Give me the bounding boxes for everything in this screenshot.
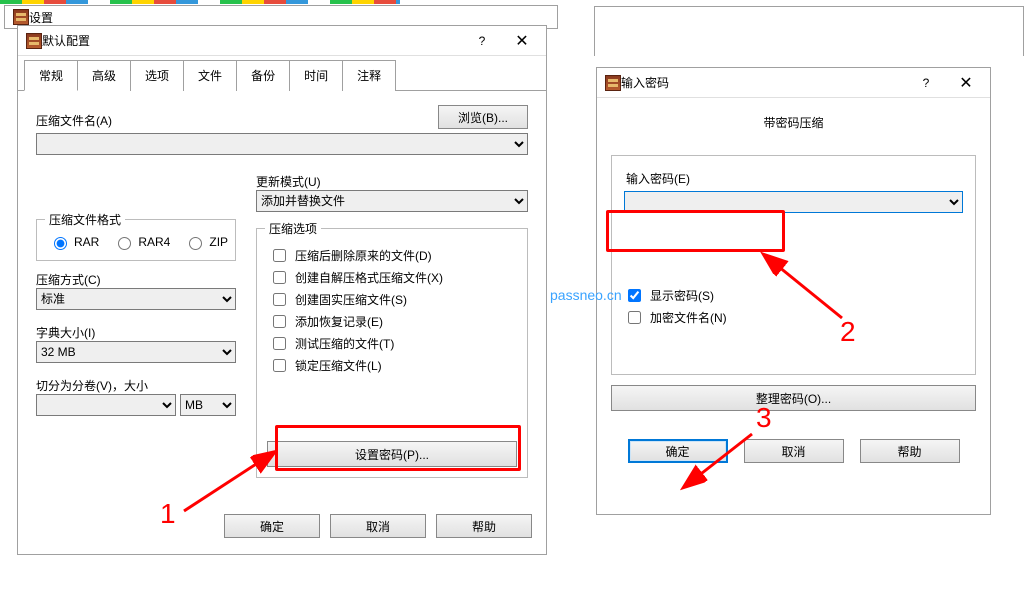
tab-general[interactable]: 常规 bbox=[24, 60, 78, 91]
close-button[interactable]: ✕ bbox=[946, 69, 986, 97]
winrar-icon bbox=[13, 9, 29, 25]
winrar-icon bbox=[605, 75, 621, 91]
password-header: 带密码压缩 bbox=[597, 98, 990, 137]
annotation-num-1: 1 bbox=[160, 498, 176, 530]
tab-advanced[interactable]: 高级 bbox=[77, 60, 131, 91]
split-unit-select[interactable]: MB bbox=[180, 394, 236, 416]
close-button[interactable]: ✕ bbox=[502, 27, 542, 55]
format-rar[interactable]: RAR bbox=[49, 234, 99, 250]
background-window-right bbox=[594, 6, 1024, 56]
password-dialog: 输入密码 ? ✕ 带密码压缩 输入密码(E) 显示密码(S) 加密文件名(N) … bbox=[596, 67, 991, 515]
opt-recovery[interactable]: 添加恢复记录(E) bbox=[269, 312, 515, 331]
help-button-bottom[interactable]: 帮助 bbox=[436, 514, 532, 538]
archive-name-label: 压缩文件名(A) bbox=[36, 112, 438, 129]
format-legend: 压缩文件格式 bbox=[45, 211, 125, 228]
tab-time[interactable]: 时间 bbox=[289, 60, 343, 91]
titlebar: 默认配置 ? ✕ bbox=[18, 26, 546, 56]
help-button[interactable]: ? bbox=[906, 69, 946, 97]
dict-select[interactable]: 32 MB bbox=[36, 341, 236, 363]
ok-button[interactable]: 确定 bbox=[628, 439, 728, 463]
dialog-buttons: 确定 取消 帮助 bbox=[597, 429, 990, 473]
update-mode-select[interactable]: 添加并替换文件 bbox=[256, 190, 528, 212]
password-input[interactable] bbox=[624, 191, 963, 213]
tab-strip: 常规 高级 选项 文件 备份 时间 注释 bbox=[18, 60, 546, 91]
cancel-button[interactable]: 取消 bbox=[744, 439, 844, 463]
method-label: 压缩方式(C) bbox=[36, 271, 236, 288]
browse-button[interactable]: 浏览(B)... bbox=[438, 105, 528, 129]
annotation-num-3: 3 bbox=[756, 402, 772, 434]
encrypt-names-check[interactable]: 加密文件名(N) bbox=[624, 308, 963, 327]
split-label: 切分为分卷(V)，大小 bbox=[36, 377, 236, 394]
tab-comment[interactable]: 注释 bbox=[342, 60, 396, 91]
opt-lock[interactable]: 锁定压缩文件(L) bbox=[269, 356, 515, 375]
format-rar4[interactable]: RAR4 bbox=[113, 234, 170, 250]
opt-sfx[interactable]: 创建自解压格式压缩文件(X) bbox=[269, 268, 515, 287]
annotation-num-2: 2 bbox=[840, 316, 856, 348]
opt-solid[interactable]: 创建固实压缩文件(S) bbox=[269, 290, 515, 309]
tab-files[interactable]: 文件 bbox=[183, 60, 237, 91]
split-size-input[interactable] bbox=[36, 394, 176, 416]
method-select[interactable]: 标准 bbox=[36, 288, 236, 310]
format-zip[interactable]: ZIP bbox=[184, 234, 228, 250]
dict-label: 字典大小(I) bbox=[36, 324, 236, 341]
titlebar: 输入密码 ? ✕ bbox=[597, 68, 990, 98]
organize-passwords-button[interactable]: 整理密码(O)... bbox=[611, 385, 976, 411]
window-title: 默认配置 bbox=[42, 32, 462, 49]
show-password-check[interactable]: 显示密码(S) bbox=[624, 286, 963, 305]
dialog-buttons: 确定 取消 帮助 bbox=[18, 504, 546, 548]
background-color-strip bbox=[0, 0, 400, 4]
winrar-icon bbox=[26, 33, 42, 49]
archive-name-input[interactable] bbox=[36, 133, 528, 155]
tab-options[interactable]: 选项 bbox=[130, 60, 184, 91]
settings-title: 设置 bbox=[29, 9, 553, 26]
options-groupbox: 压缩选项 压缩后删除原来的文件(D) 创建自解压格式压缩文件(X) 创建固实压缩… bbox=[256, 228, 528, 478]
options-legend: 压缩选项 bbox=[265, 220, 321, 237]
help-button[interactable]: ? bbox=[462, 27, 502, 55]
enter-password-label: 输入密码(E) bbox=[626, 170, 963, 187]
set-password-button[interactable]: 设置密码(P)... bbox=[267, 441, 517, 467]
tab-backup[interactable]: 备份 bbox=[236, 60, 290, 91]
default-config-dialog: 默认配置 ? ✕ 常规 高级 选项 文件 备份 时间 注释 压缩文件名(A) 浏… bbox=[17, 25, 547, 555]
opt-test[interactable]: 测试压缩的文件(T) bbox=[269, 334, 515, 353]
format-groupbox: 压缩文件格式 RAR RAR4 ZIP bbox=[36, 219, 236, 261]
help-button-bottom[interactable]: 帮助 bbox=[860, 439, 960, 463]
window-title: 输入密码 bbox=[621, 74, 906, 91]
general-panel: 压缩文件名(A) 浏览(B)... 压缩文件格式 RAR RAR4 ZIP 压缩… bbox=[18, 91, 546, 502]
password-groupbox: 输入密码(E) 显示密码(S) 加密文件名(N) bbox=[611, 155, 976, 375]
ok-button[interactable]: 确定 bbox=[224, 514, 320, 538]
opt-delete-after[interactable]: 压缩后删除原来的文件(D) bbox=[269, 246, 515, 265]
watermark-text: passneo.cn bbox=[550, 287, 622, 303]
cancel-button[interactable]: 取消 bbox=[330, 514, 426, 538]
update-mode-label: 更新模式(U) bbox=[256, 173, 528, 190]
